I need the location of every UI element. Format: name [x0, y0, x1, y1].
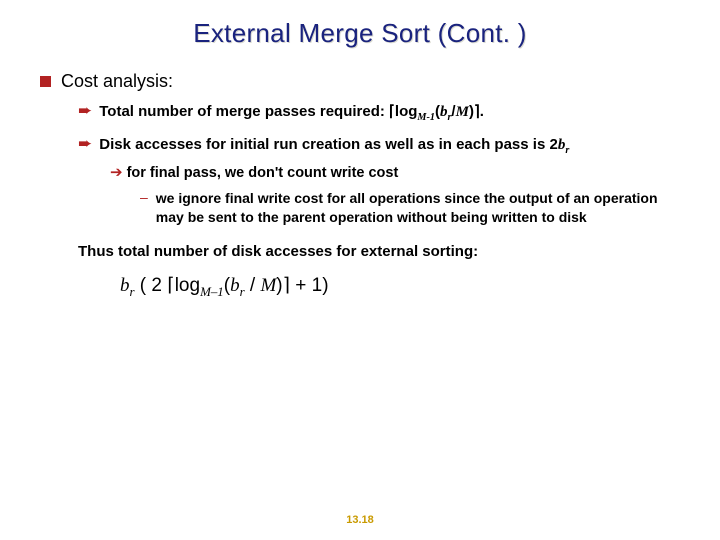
thus-text: Thus total number of disk accesses for e… [78, 243, 680, 260]
bullet-lvl4-ignore-write: – we ignore final write cost for all ope… [140, 189, 680, 227]
arrow-down-icon: ➨ [78, 135, 92, 152]
log-sub: M-1 [417, 112, 435, 123]
lvl3a-text: for final pass, we don't count write cos… [127, 164, 399, 184]
bullet-lvl1: Cost analysis: [40, 71, 680, 92]
formula: br ( 2 ⌈logM–1(br / M)⌉ + 1) [120, 274, 680, 300]
square-bullet-icon [40, 76, 51, 87]
lvl2b-text: Disk accesses for initial run creation a… [99, 135, 569, 158]
f-slash: / [245, 275, 261, 296]
period: . [480, 103, 484, 120]
f-two: 2 [151, 275, 167, 296]
bullet-lvl3-final-pass: ➔ for final pass, we don't count write c… [110, 164, 680, 184]
f-ceil-r: ⌉ [283, 275, 290, 296]
lvl2b-prefix: Disk accesses for initial run creation a… [99, 136, 558, 153]
log-text: log [395, 103, 418, 120]
f-sub: M–1 [200, 284, 224, 299]
f-open: ( [135, 275, 152, 296]
slide-container: External Merge Sort (Cont. ) Cost analys… [0, 0, 720, 540]
arrow-right-icon: ➔ [110, 165, 123, 180]
slide-title: External Merge Sort (Cont. ) [40, 18, 680, 49]
f-ceil-l: ⌈ [167, 275, 174, 296]
slide-number: 13.18 [0, 514, 720, 526]
lvl1-text: Cost analysis: [61, 71, 173, 92]
f-b2: b [230, 275, 240, 296]
f-b1: b [120, 275, 130, 296]
lvl2a-text: Total number of merge passes required: ⌈… [99, 102, 484, 125]
dash-icon: – [140, 190, 148, 204]
f-log: log [175, 275, 200, 296]
lvl4a-text: we ignore final write cost for all opera… [156, 189, 666, 227]
bullet-lvl2-disk: ➨ Disk accesses for initial run creation… [78, 135, 680, 158]
f-M: M [260, 275, 276, 296]
var-r: r [565, 145, 569, 156]
arrow-down-icon: ➨ [78, 102, 92, 119]
bullet-lvl2-passes: ➨ Total number of merge passes required:… [78, 102, 680, 125]
f-plus: + 1) [290, 275, 329, 296]
lvl2a-prefix: Total number of merge passes required: [99, 103, 389, 120]
var-M: M [456, 104, 469, 120]
